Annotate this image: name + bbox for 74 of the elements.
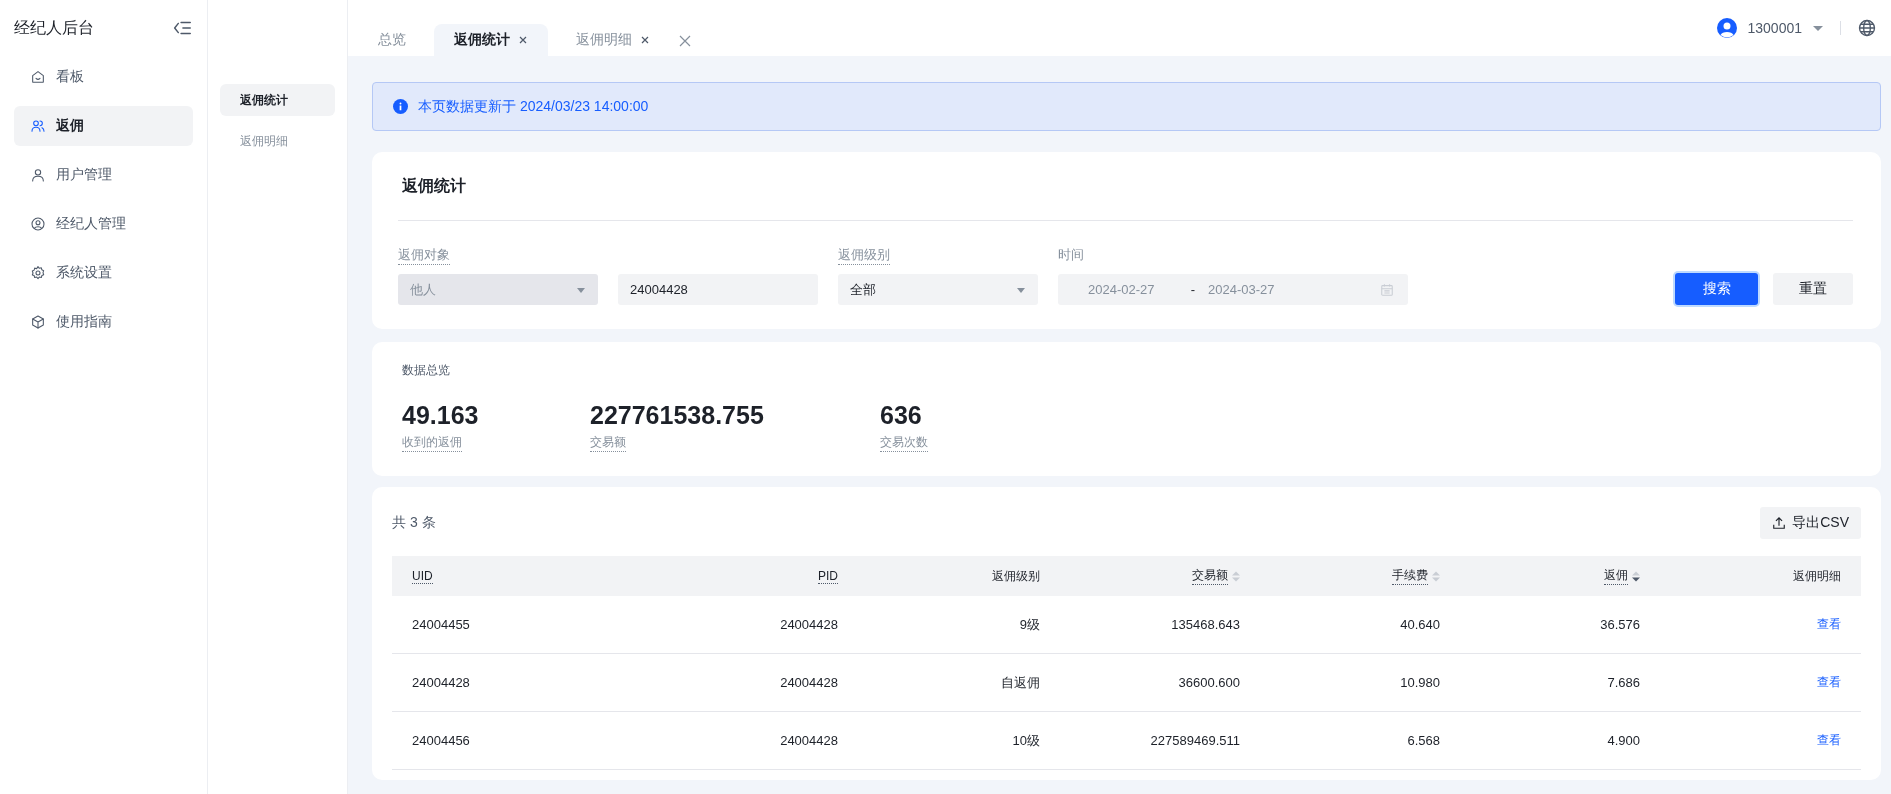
column-header: 手续费	[1260, 556, 1460, 596]
calendar-icon	[1380, 282, 1394, 297]
table-cell: 10.980	[1260, 653, 1460, 712]
table-cell: 9级	[858, 596, 1060, 654]
table-cell: 7.686	[1460, 653, 1660, 712]
table-cell: 24004456	[392, 711, 622, 770]
tab[interactable]: 总览	[358, 24, 426, 56]
table-cell: 36.576	[1460, 596, 1660, 654]
section-title: 数据总览	[402, 362, 451, 378]
cube-icon	[30, 314, 46, 330]
account-name[interactable]: 1300001	[1747, 20, 1802, 36]
view-link[interactable]: 查看	[1817, 675, 1841, 689]
table-cell: 10级	[858, 711, 1060, 770]
field-label: 时间	[1058, 246, 1084, 264]
view-link[interactable]: 查看	[1817, 733, 1841, 747]
column-header: 返佣明细	[1660, 556, 1861, 596]
column-header: UID	[392, 556, 622, 596]
table-cell: 40.640	[1260, 596, 1460, 654]
field-label: 返佣对象	[398, 245, 450, 265]
table-cell: 6.568	[1260, 711, 1460, 770]
banner-text: 本页数据更新于 2024/03/23 14:00:00	[418, 97, 649, 116]
tab[interactable]: 返佣统计	[434, 24, 548, 56]
column-header: PID	[622, 556, 858, 596]
stat-label: 交易次数	[880, 434, 928, 452]
app-title: 经纪人后台	[14, 17, 94, 38]
table-cell: 135468.643	[1060, 596, 1260, 654]
sidebar-item[interactable]: 看板	[14, 57, 193, 97]
card-title: 返佣统计	[398, 152, 1853, 221]
submenu-item[interactable]: 返佣明细	[220, 125, 335, 157]
column-header: 返佣	[1460, 556, 1660, 596]
sort-icon[interactable]	[1632, 570, 1640, 582]
view-link[interactable]: 查看	[1817, 617, 1841, 631]
avatar-icon[interactable]	[1717, 18, 1738, 38]
table-cell: 自返佣	[858, 653, 1060, 712]
sidebar-item[interactable]: 返佣	[14, 106, 193, 146]
sidebar-item[interactable]: 系统设置	[14, 253, 193, 293]
sidebar-item[interactable]: 经纪人管理	[14, 204, 193, 244]
users-icon	[30, 118, 46, 134]
column-header: 返佣级别	[858, 556, 1060, 596]
settings-icon	[30, 265, 46, 281]
select-field[interactable]: 全部	[838, 274, 1038, 305]
stat-label: 交易额	[590, 434, 626, 452]
export-button[interactable]: 导出CSV	[1760, 507, 1861, 539]
table-cell: 36600.600	[1060, 653, 1260, 712]
sidebar-item[interactable]: 使用指南	[14, 302, 193, 342]
house-icon	[30, 69, 46, 85]
table-cell: 24004428	[622, 596, 858, 654]
table-cell: 24004428	[622, 653, 858, 712]
stat-value: 49.163	[402, 400, 480, 430]
close-icon[interactable]	[640, 35, 650, 45]
range-separator: -	[1189, 282, 1197, 297]
close-icon[interactable]	[518, 35, 528, 45]
record-count: 共 3 条	[392, 514, 436, 532]
stat-value: 636	[880, 400, 923, 430]
globe-icon[interactable]	[1857, 18, 1877, 38]
column-header: 交易额	[1060, 556, 1260, 596]
table-cell: 227589469.511	[1060, 711, 1260, 770]
close-icon[interactable]	[678, 34, 692, 48]
sidebar-item[interactable]: 用户管理	[14, 155, 193, 195]
table-cell: 4.900	[1460, 711, 1660, 770]
upload-icon	[1772, 516, 1787, 530]
field-label: 返佣级别	[838, 245, 890, 265]
search-button[interactable]: 搜索	[1675, 273, 1758, 305]
table-cell: 24004428	[622, 711, 858, 770]
stat-label: 收到的返佣	[402, 434, 462, 452]
stat-value: 227761538.755	[590, 400, 765, 430]
reset-button[interactable]: 重置	[1773, 273, 1853, 305]
user-icon	[30, 167, 46, 183]
table-cell: 24004428	[392, 653, 622, 712]
submenu-item[interactable]: 返佣统计	[220, 84, 335, 116]
table-cell: 24004455	[392, 596, 622, 654]
info-icon	[393, 99, 408, 114]
input-field[interactable]: 24004428	[618, 274, 818, 305]
user-circle-icon	[30, 216, 46, 232]
